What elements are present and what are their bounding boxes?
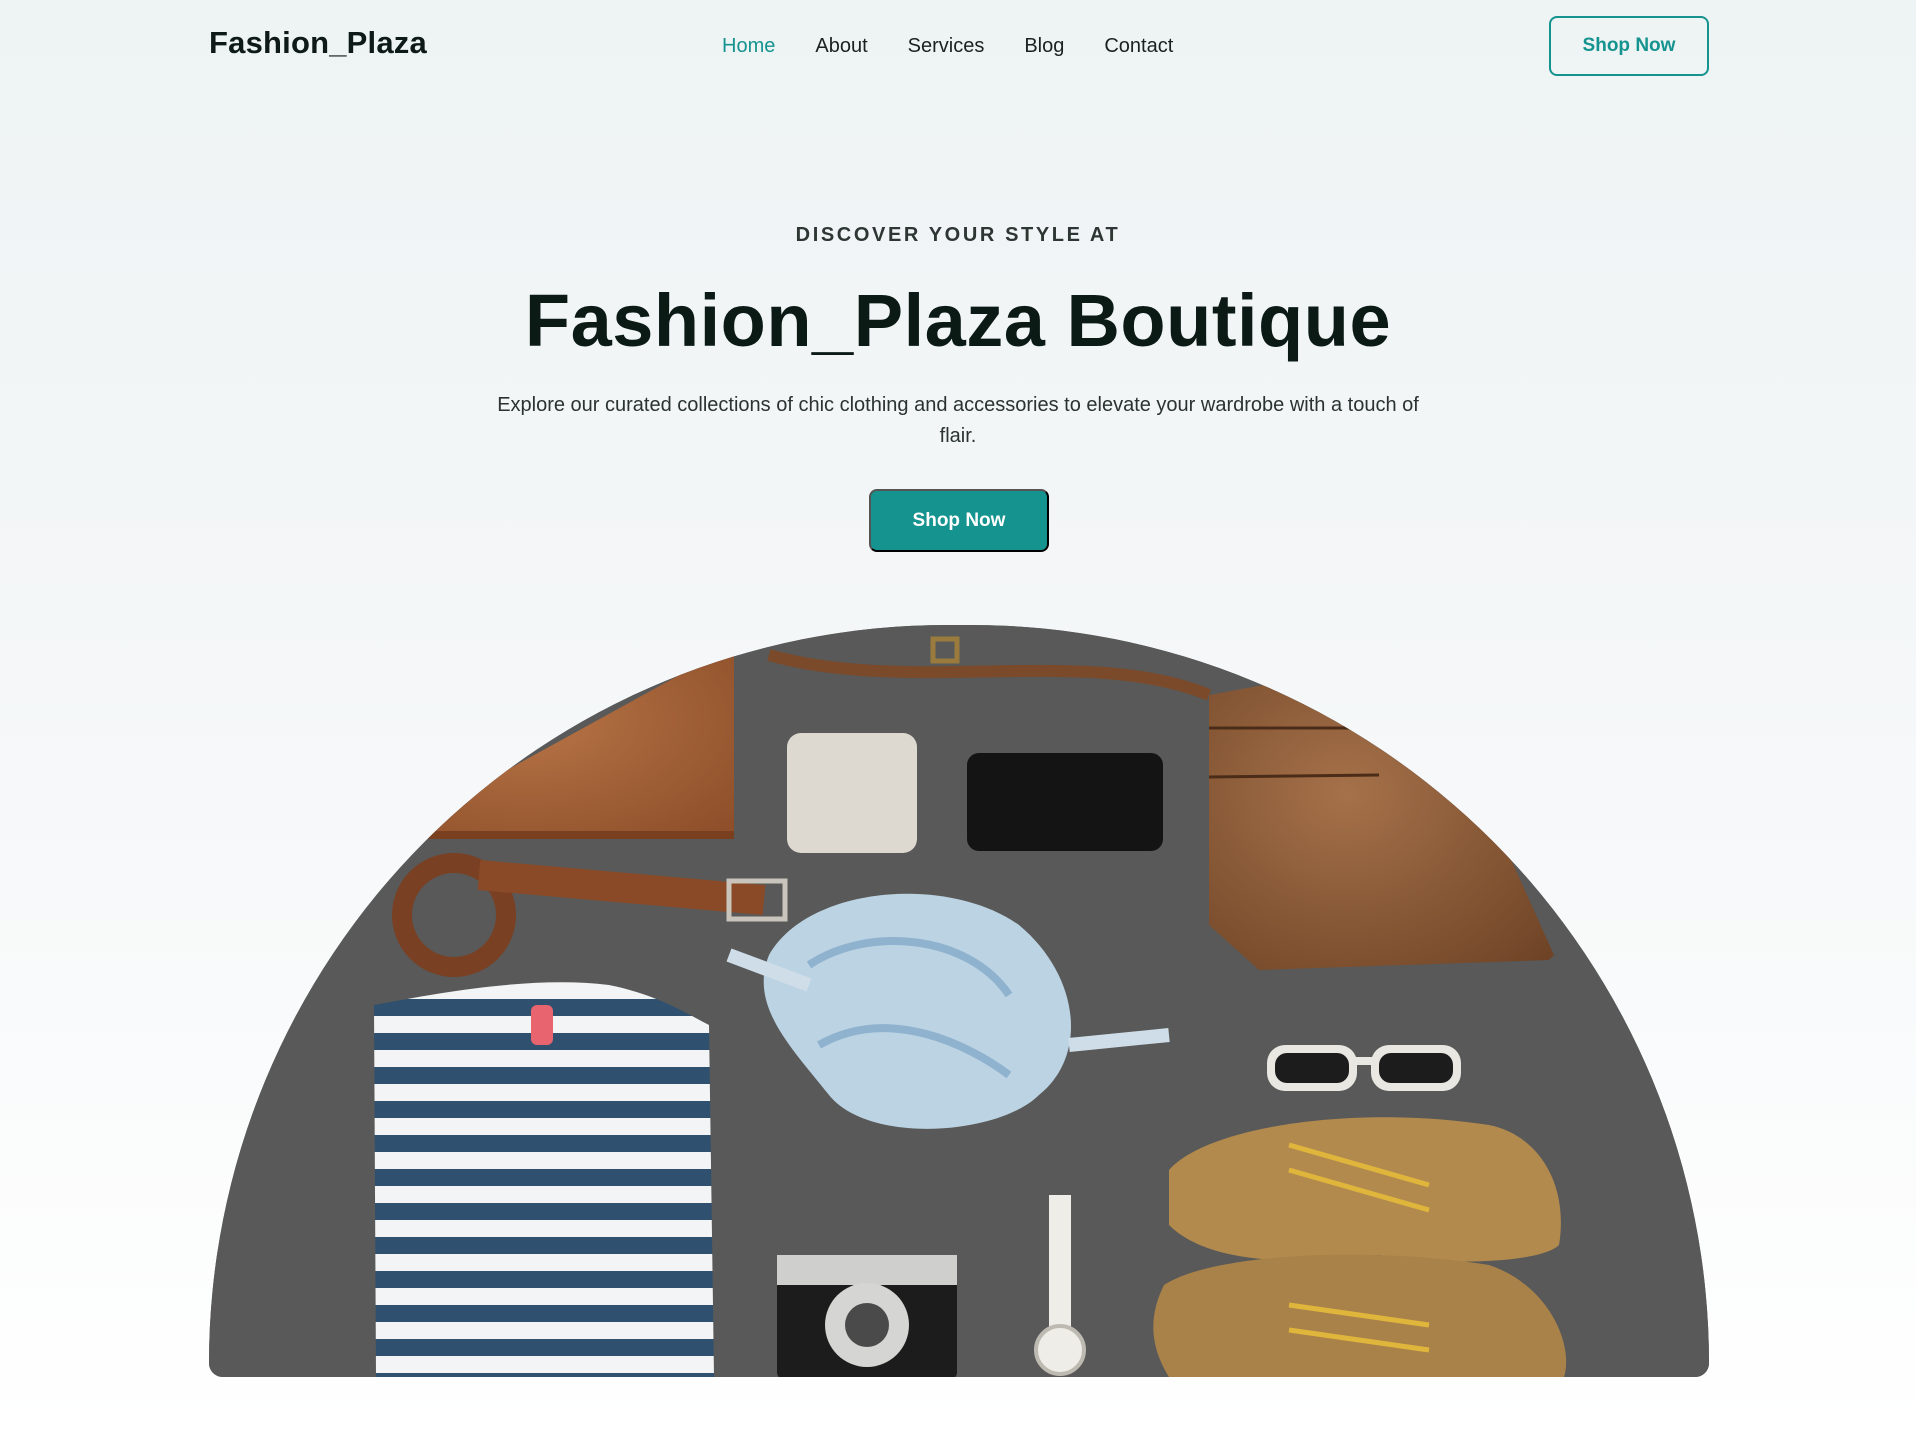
nav-item-blog[interactable]: Blog (1024, 32, 1064, 60)
nav-item-services[interactable]: Services (908, 32, 985, 60)
hero-image (209, 625, 1709, 1377)
hero-title: Fashion_Plaza Boutique (524, 279, 1392, 362)
leather-folio-shape (389, 645, 734, 835)
header-shop-now-button[interactable]: Shop Now (1549, 16, 1709, 76)
nav-item-contact[interactable]: Contact (1104, 32, 1173, 60)
hero-description: Explore our curated collections of chic … (497, 394, 1419, 447)
nav-item-about[interactable]: About (815, 32, 867, 60)
boots-shape (1153, 1117, 1567, 1377)
nav-item-home[interactable]: Home (722, 32, 775, 60)
main-nav: Home About Services Blog Contact (722, 32, 1213, 60)
brand-logo[interactable]: Fashion_Plaza (209, 25, 427, 61)
hero-eyebrow: DISCOVER YOUR STYLE AT (795, 224, 1121, 246)
flat-lay-illustration (209, 625, 1709, 1377)
site-header: Fashion_Plaza Home About Services Blog C… (0, 0, 1916, 92)
hero-shop-now-button[interactable]: Shop Now (869, 489, 1049, 552)
phone-shape (967, 753, 1163, 851)
camera-shape (777, 1255, 957, 1377)
leather-bag-shape (1209, 675, 1554, 970)
pouch-shape (787, 733, 917, 853)
